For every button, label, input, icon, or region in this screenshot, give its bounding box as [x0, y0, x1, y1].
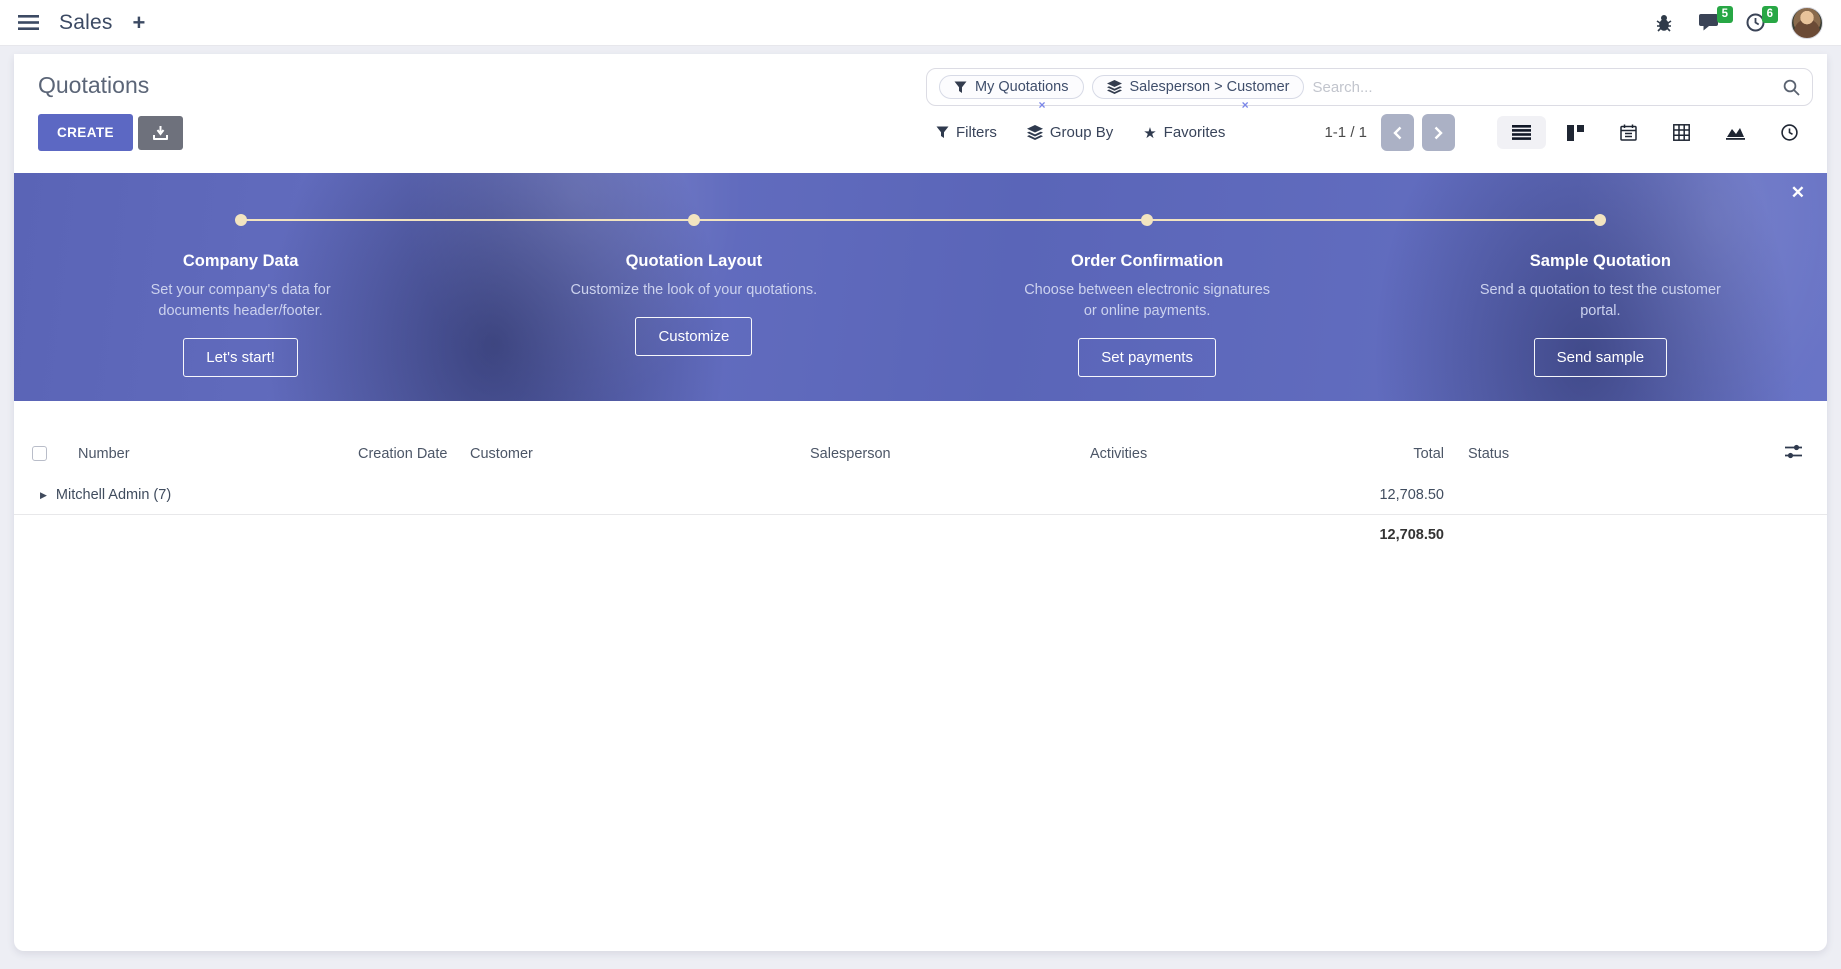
onboarding-step-order-confirmation: Order Confirmation Choose between electr…	[921, 173, 1374, 401]
group-row-mitchell-admin[interactable]: ▶ Mitchell Admin (7) 12,708.50	[14, 476, 1827, 515]
facet-remove-icon[interactable]: ×	[1038, 98, 1045, 112]
list-view-icon	[1512, 125, 1531, 140]
pager-value[interactable]: 1-1 / 1	[1324, 124, 1367, 141]
optional-columns-toggle[interactable]	[1777, 431, 1827, 476]
facet-label: My Quotations	[975, 79, 1069, 95]
step-title: Company Data	[14, 252, 467, 271]
layers-icon	[1027, 125, 1043, 140]
step-title: Quotation Layout	[467, 252, 920, 271]
create-button[interactable]: CREATE	[38, 114, 133, 151]
onboarding-step-sample-quotation: Sample Quotation Send a quotation to tes…	[1374, 173, 1827, 401]
facet-remove-icon[interactable]: ×	[1242, 98, 1249, 112]
step-title: Sample Quotation	[1374, 252, 1827, 271]
select-all-checkbox[interactable]	[32, 446, 47, 461]
column-header-activities[interactable]: Activities	[1082, 431, 1342, 476]
group-expand-caret-icon[interactable]: ▶	[40, 490, 47, 501]
list-footer-row: 12,708.50	[14, 515, 1827, 556]
chevron-left-icon	[1393, 126, 1402, 140]
calendar-view-icon	[1620, 124, 1637, 141]
group-by-label: Group By	[1050, 124, 1113, 141]
step-dot	[1141, 214, 1153, 226]
pager-previous-button[interactable]	[1381, 114, 1414, 151]
top-navbar: Sales + 5 6	[0, 0, 1841, 46]
search-input[interactable]	[1312, 79, 1775, 96]
star-icon: ★	[1143, 124, 1156, 142]
page-title: Quotations	[38, 72, 149, 99]
activities-badge: 6	[1762, 6, 1778, 23]
customize-button[interactable]: Customize	[635, 317, 752, 356]
adjust-columns-icon	[1785, 444, 1802, 459]
search-facet-groupby[interactable]: Salesperson > Customer ×	[1092, 75, 1305, 99]
column-header-number[interactable]: Number	[70, 431, 350, 476]
step-description: Send a quotation to test the customer po…	[1475, 280, 1725, 322]
view-calendar-button[interactable]	[1605, 115, 1652, 150]
step-description: Choose between electronic signatures or …	[1022, 280, 1272, 322]
user-avatar[interactable]	[1791, 7, 1823, 39]
view-kanban-button[interactable]	[1552, 116, 1599, 150]
view-graph-button[interactable]	[1711, 116, 1760, 149]
graph-view-icon	[1726, 125, 1745, 140]
step-dot	[1594, 214, 1606, 226]
step-dot	[235, 214, 247, 226]
new-tab-icon[interactable]: +	[133, 12, 146, 34]
step-description: Customize the look of your quotations.	[569, 280, 819, 301]
group-total: 12,708.50	[1342, 476, 1452, 515]
search-icon[interactable]	[1783, 79, 1800, 96]
step-description: Set your company's data for documents he…	[116, 280, 366, 322]
kanban-view-icon	[1567, 125, 1584, 141]
download-icon	[153, 126, 168, 140]
send-sample-button[interactable]: Send sample	[1534, 338, 1668, 377]
step-title: Order Confirmation	[921, 252, 1374, 271]
page-background: Quotations My Quotations × Salesperson >…	[0, 46, 1841, 951]
list-view: Number Creation Date Customer Salesperso…	[14, 431, 1827, 555]
filters-label: Filters	[956, 124, 997, 141]
apps-menu-icon[interactable]	[18, 15, 39, 30]
onboarding-step-company-data: Company Data Set your company's data for…	[14, 173, 467, 401]
onboarding-banner: ✕ Company Data Set your company's data f…	[14, 173, 1827, 401]
view-activity-button[interactable]	[1766, 115, 1813, 150]
column-header-customer[interactable]: Customer	[462, 431, 802, 476]
layers-icon	[1107, 80, 1122, 94]
favorites-button[interactable]: ★ Favorites	[1143, 124, 1225, 142]
filter-funnel-icon	[936, 126, 949, 139]
column-header-salesperson[interactable]: Salesperson	[802, 431, 1082, 476]
group-label: Mitchell Admin (7)	[56, 487, 171, 503]
search-facet-my-quotations[interactable]: My Quotations ×	[939, 75, 1084, 99]
activities-clock-icon[interactable]: 6	[1746, 13, 1765, 32]
banner-close-icon[interactable]: ✕	[1791, 183, 1805, 203]
pager: 1-1 / 1	[1324, 114, 1455, 151]
view-switcher	[1497, 115, 1813, 150]
debug-bug-icon[interactable]	[1655, 14, 1673, 32]
export-button[interactable]	[138, 116, 183, 150]
content-card: Quotations My Quotations × Salesperson >…	[14, 54, 1827, 951]
messages-icon[interactable]: 5	[1699, 13, 1720, 32]
column-header-creation-date[interactable]: Creation Date	[350, 431, 462, 476]
activity-view-icon	[1781, 124, 1798, 141]
search-bar[interactable]: My Quotations × Salesperson > Customer ×	[926, 68, 1813, 106]
chevron-right-icon	[1434, 126, 1443, 140]
view-list-button[interactable]	[1497, 116, 1546, 149]
column-header-status[interactable]: Status	[1452, 431, 1777, 476]
pivot-view-icon	[1673, 124, 1690, 141]
messages-badge: 5	[1717, 6, 1733, 23]
control-panel: Quotations My Quotations × Salesperson >…	[14, 54, 1827, 161]
lets-start-button[interactable]: Let's start!	[183, 338, 298, 377]
onboarding-step-quotation-layout: Quotation Layout Customize the look of y…	[467, 173, 920, 401]
favorites-label: Favorites	[1164, 124, 1226, 141]
filter-funnel-icon	[954, 81, 967, 94]
step-dot	[688, 214, 700, 226]
view-pivot-button[interactable]	[1658, 115, 1705, 150]
filters-button[interactable]: Filters	[936, 124, 997, 141]
facet-label: Salesperson > Customer	[1130, 79, 1290, 95]
footer-total: 12,708.50	[1342, 515, 1452, 556]
pager-next-button[interactable]	[1422, 114, 1455, 151]
column-header-total[interactable]: Total	[1342, 431, 1452, 476]
set-payments-button[interactable]: Set payments	[1078, 338, 1216, 377]
search-options: Filters Group By ★ Favorites	[926, 124, 1225, 142]
group-by-button[interactable]: Group By	[1027, 124, 1113, 141]
app-name[interactable]: Sales	[59, 11, 113, 35]
list-header-row: Number Creation Date Customer Salesperso…	[14, 431, 1827, 476]
